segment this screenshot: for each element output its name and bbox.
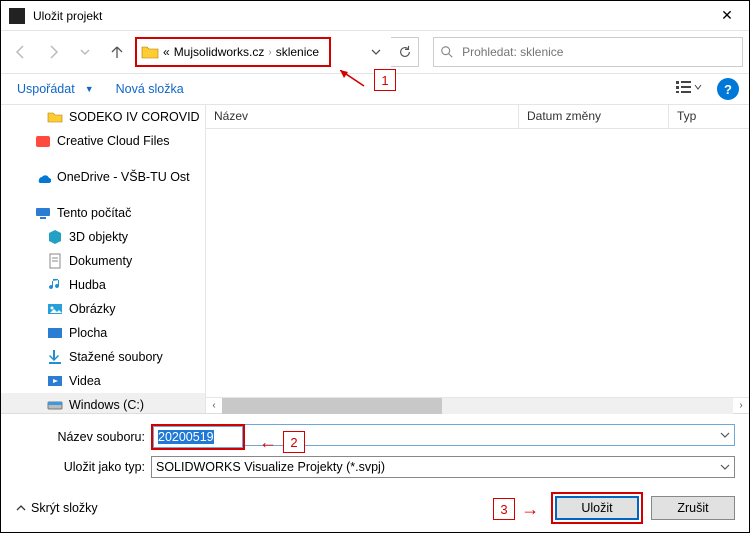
tree-item-label: Tento počítač [57,206,131,220]
downloads-icon [47,349,63,365]
videos-icon [47,373,63,389]
search-icon [440,45,454,59]
filetype-value: SOLIDWORKS Visualize Projekty (*.svpj) [156,460,385,474]
help-button[interactable]: ? [717,78,739,100]
save-highlight: Uložit [551,492,643,524]
dialog-footer: Skrýt složky Uložit Zrušit [1,484,749,532]
window-title: Uložit projekt [33,9,705,23]
up-button[interactable] [103,38,131,66]
organize-button[interactable]: Uspořádat [11,78,81,100]
desktop-icon [47,325,63,341]
tree-item-label: Obrázky [69,302,116,316]
breadcrumb[interactable]: « Mujsolidworks.cz › sklenice [135,37,331,67]
tree-item[interactable]: Dokumenty [1,249,205,273]
music-icon [47,277,63,293]
recent-dropdown[interactable] [71,38,99,66]
breadcrumb-expand[interactable] [365,47,387,57]
docs-icon [47,253,63,269]
filetype-label: Uložit jako typ: [15,460,145,474]
tree-item[interactable]: Hudba [1,273,205,297]
nav-row: « Mujsolidworks.cz › sklenice [1,31,749,73]
tree-item[interactable]: Stažené soubory [1,345,205,369]
save-dialog: Uložit projekt ✕ « Mujsolidworks.cz › sk… [0,0,750,533]
split-pane: SODEKO IV COROVID Creative Cloud Files One… [1,105,749,414]
folder-icon [47,109,63,125]
chevron-down-icon [720,462,730,472]
tree-item-label: 3D objekty [69,230,128,244]
tree-item-label: Plocha [69,326,107,340]
close-icon: ✕ [721,7,733,24]
breadcrumb-prefix: « [163,45,170,59]
view-button[interactable] [675,79,703,100]
breadcrumb-part1[interactable]: Mujsolidworks.cz [174,45,265,59]
filename-input[interactable] [153,426,243,448]
scroll-right-icon[interactable]: › [733,398,749,414]
search-input[interactable] [460,44,736,60]
search-box[interactable] [433,37,743,67]
save-button[interactable]: Uložit [555,496,639,520]
folder-icon [141,43,159,61]
folder-tree[interactable]: SODEKO IV COROVID Creative Cloud Files One… [1,105,206,413]
breadcrumb-part2[interactable]: sklenice [276,45,319,59]
filename-combo-arrow[interactable] [245,424,735,446]
tree-item[interactable]: OneDrive - VŠB-TU Ost [1,165,205,189]
scroll-thumb[interactable] [222,398,442,414]
scroll-track[interactable] [222,398,733,414]
filename-label: Název souboru: [15,430,145,444]
forward-button[interactable] [39,38,67,66]
list-header: Název Datum změny Typ [206,105,749,129]
pc-icon [35,205,51,221]
tree-item[interactable]: Tento počítač [1,201,205,225]
tree-item-label: Creative Cloud Files [57,134,170,148]
scroll-left-icon[interactable]: ‹ [206,398,222,414]
h-scrollbar[interactable]: ‹ › [206,397,749,413]
tree-item[interactable]: Obrázky [1,297,205,321]
tree-item-label: Stažené soubory [69,350,163,364]
tree-item[interactable]: SODEKO IV COROVID [1,105,205,129]
tree-item[interactable]: Windows (C:) [1,393,205,413]
tree-item[interactable]: Videa [1,369,205,393]
save-form: Název souboru: Uložit jako typ: SOLIDWOR… [1,414,749,484]
app-icon [9,8,25,24]
col-name[interactable]: Název [206,105,519,128]
hide-folders-button[interactable]: Skrýt složky [15,501,98,515]
cancel-label: Zrušit [677,501,708,515]
disk-icon [47,397,63,413]
tree-item-label: SODEKO IV COROVID [69,110,200,124]
tree-item-label: Dokumenty [69,254,132,268]
tree-item[interactable]: Plocha [1,321,205,345]
filename-highlight [151,424,245,450]
tree-item[interactable]: Creative Cloud Files [1,129,205,153]
tree-item[interactable]: 3D objekty [1,225,205,249]
tree-item-label: OneDrive - VŠB-TU Ost [57,170,190,184]
refresh-button[interactable] [391,37,419,67]
titlebar: Uložit projekt ✕ [1,1,749,31]
cancel-button[interactable]: Zrušit [651,496,735,520]
tree-item-label: Videa [69,374,101,388]
tree-item-label: Hudba [69,278,106,292]
images-icon [47,301,63,317]
chevron-right-icon: › [268,47,271,58]
filetype-combo[interactable]: SOLIDWORKS Visualize Projekty (*.svpj) [151,456,735,478]
chevron-down-icon[interactable]: ▼ [85,84,106,94]
onedrive-icon [35,169,51,185]
col-type[interactable]: Typ [669,105,749,128]
new-folder-button[interactable]: Nová složka [110,78,190,100]
file-list[interactable] [206,129,749,397]
hide-folders-label: Skrýt složky [31,501,98,515]
toolbar: Uspořádat ▼ Nová složka ? [1,73,749,105]
3d-icon [47,229,63,245]
ccloud-icon [35,133,51,149]
save-label: Uložit [581,501,612,515]
file-list-pane: Název Datum změny Typ ‹ › [206,105,749,413]
chevron-up-icon [15,502,27,514]
back-button[interactable] [7,38,35,66]
tree-item-label: Windows (C:) [69,398,144,412]
close-button[interactable]: ✕ [705,1,749,31]
col-date[interactable]: Datum změny [519,105,669,128]
